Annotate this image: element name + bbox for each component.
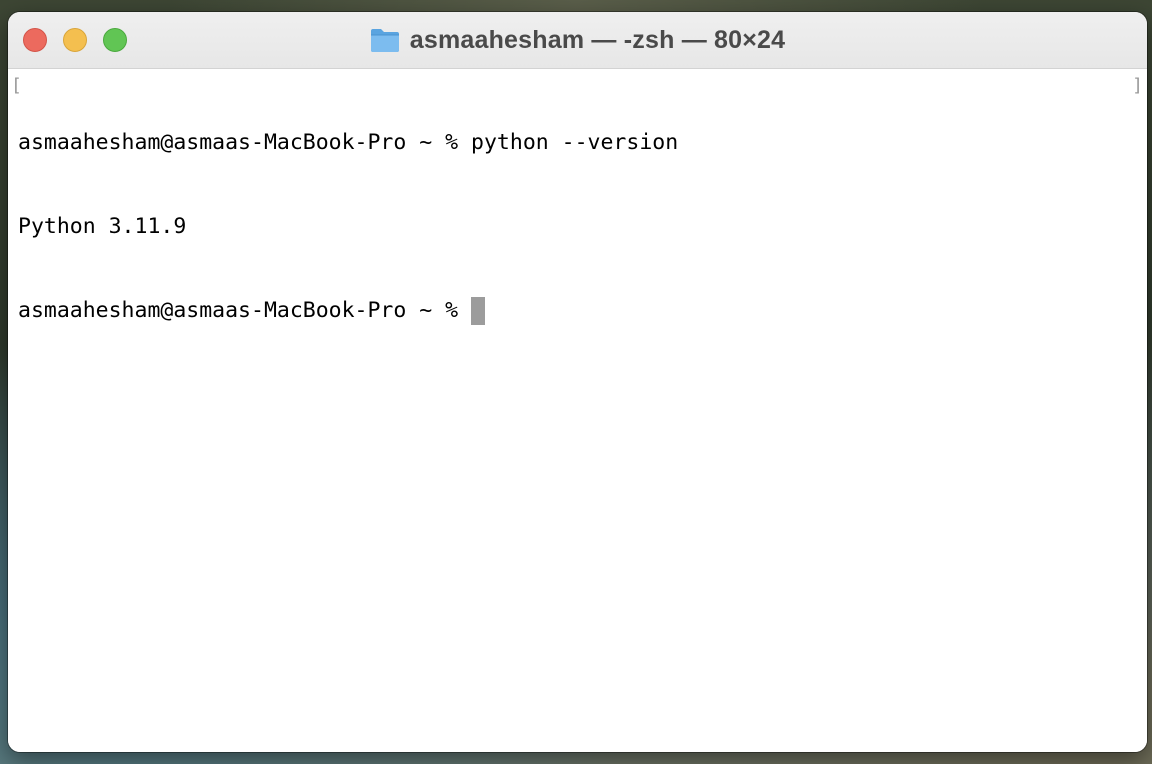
line-mark-right: ] <box>1132 75 1143 96</box>
title-bar[interactable]: asmaahesham — -zsh — 80×24 <box>8 12 1147 69</box>
terminal-window: asmaahesham — -zsh — 80×24 [ ] asmaahesh… <box>8 12 1147 752</box>
terminal-line: asmaahesham@asmaas-MacBook-Pro ~ % pytho… <box>18 129 678 157</box>
window-title: asmaahesham — -zsh — 80×24 <box>409 25 786 54</box>
terminal-output[interactable]: asmaahesham@asmaas-MacBook-Pro ~ % pytho… <box>18 73 678 381</box>
output-line: Python 3.11.9 <box>18 214 187 239</box>
text-cursor <box>471 297 486 325</box>
window-title-area: asmaahesham — -zsh — 80×24 <box>8 12 1147 68</box>
command-line: asmaahesham@asmaas-MacBook-Pro ~ % pytho… <box>18 130 679 155</box>
folder-icon <box>370 27 400 53</box>
prompt-line: asmaahesham@asmaas-MacBook-Pro ~ % <box>18 298 472 323</box>
terminal-line: Python 3.11.9 <box>18 213 678 241</box>
terminal-line: asmaahesham@asmaas-MacBook-Pro ~ % <box>18 297 678 325</box>
terminal-content[interactable]: [ ] asmaahesham@asmaas-MacBook-Pro ~ % p… <box>8 69 1147 752</box>
